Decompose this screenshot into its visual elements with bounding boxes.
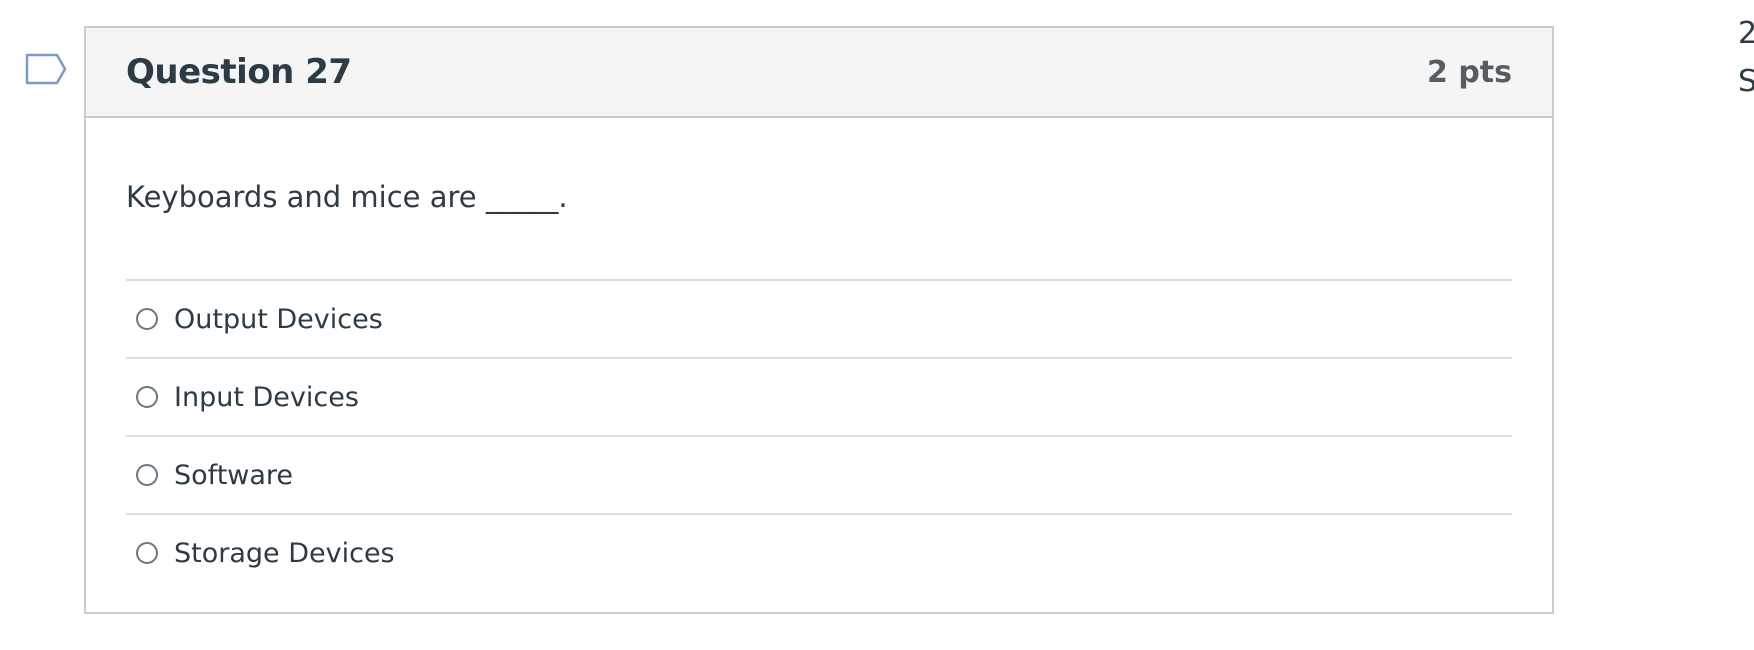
answer-list: Output Devices Input Devices Software St… [126, 279, 1512, 591]
quiz-page: Question 27 2 pts Keyboards and mice are… [0, 0, 1754, 650]
answer-option[interactable]: Storage Devices [126, 515, 1512, 591]
question-text: Keyboards and mice are _____. [126, 180, 568, 214]
question-points: 2 pts [1427, 54, 1512, 90]
answer-label: Storage Devices [174, 537, 395, 569]
sidebar-clipped-text-1: 2 [1738, 16, 1754, 51]
flag-question-icon[interactable] [25, 53, 67, 85]
answer-option[interactable]: Software [126, 437, 1512, 515]
question-body: Keyboards and mice are _____. Output Dev… [86, 180, 1552, 591]
answer-option[interactable]: Input Devices [126, 359, 1512, 437]
radio-unchecked-icon[interactable] [136, 308, 158, 330]
radio-unchecked-icon[interactable] [136, 542, 158, 564]
sidebar-clipped-text-2: S [1738, 64, 1754, 99]
answer-label: Input Devices [174, 381, 359, 413]
answer-option[interactable]: Output Devices [126, 281, 1512, 359]
question-header: Question 27 2 pts [86, 28, 1552, 118]
answer-label: Software [174, 459, 294, 491]
question-card: Question 27 2 pts Keyboards and mice are… [84, 26, 1554, 614]
question-title: Question 27 [126, 52, 352, 92]
radio-unchecked-icon[interactable] [136, 464, 158, 486]
answer-label: Output Devices [174, 303, 383, 335]
radio-unchecked-icon[interactable] [136, 386, 158, 408]
